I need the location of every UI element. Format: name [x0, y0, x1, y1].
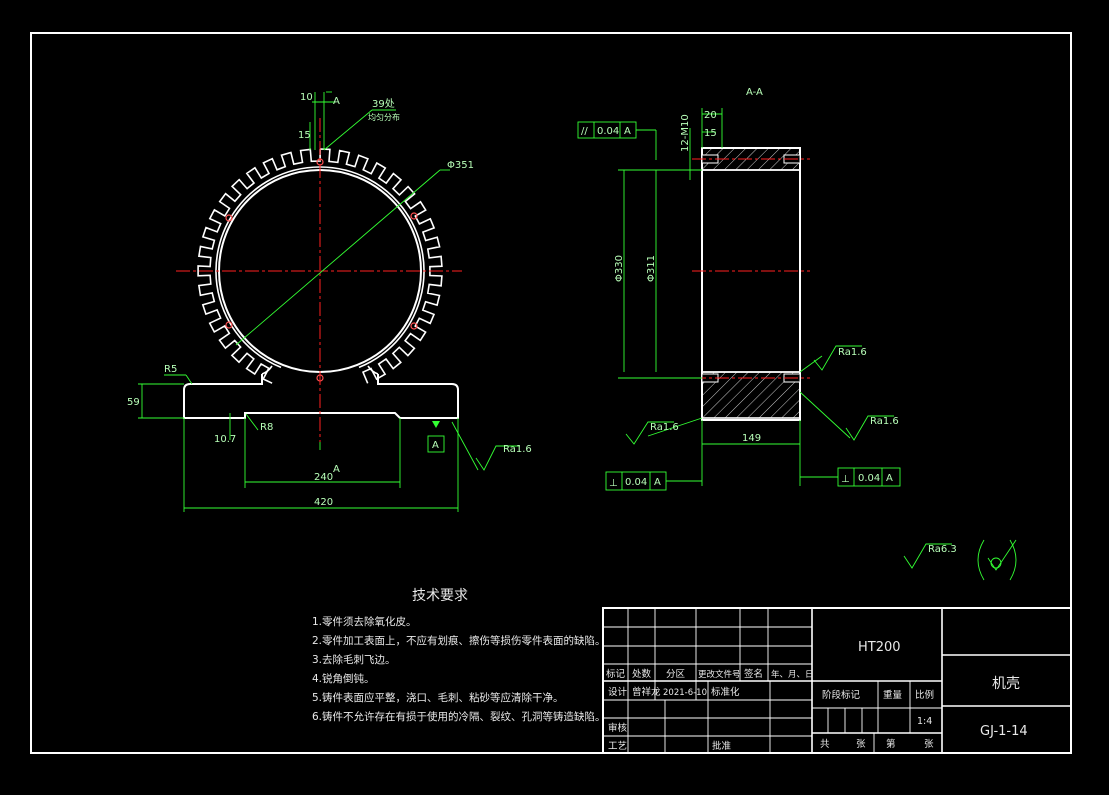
perp-datum-left-label: A — [654, 477, 661, 488]
diameter-label: Φ351 — [447, 160, 474, 171]
recess-width-label: 240 — [314, 472, 333, 483]
bracket-check — [987, 539, 1017, 571]
fillet-top-label: R5 — [164, 364, 177, 375]
front-view: 10 A 15 39处 均匀分布 Φ351 R5 59 10.7 R8 A 24… — [127, 91, 532, 512]
bracket-left — [977, 539, 985, 581]
title-block-text: 标记 处数 分区 更改文件号 签名 年、月、日 设计 曾祥龙 2021-6-10… — [606, 640, 1028, 752]
dia-inner-label: Φ311 — [646, 255, 657, 282]
tb-date: 2021-6-10 — [663, 688, 707, 698]
datum-label: A — [432, 440, 439, 451]
technical-requirements: 技术要求 1.零件须去除氧化皮。 2.零件加工表面上，不应有划痕、擦伤等损伤零件… — [312, 588, 606, 723]
perp-datum-right-label: A — [886, 473, 893, 484]
general-roughness-label: Ra6.3 — [928, 544, 957, 555]
width15-label: 15 — [704, 128, 717, 139]
tech-req-item-6: 6.铸件不允许存在有损于使用的冷隔、裂纹、孔洞等铸造缺陷。 — [312, 710, 606, 723]
bracket-right — [1009, 539, 1017, 581]
threaded-holes — [701, 154, 801, 383]
parallel-datum-label: A — [624, 126, 631, 137]
length-label: 149 — [742, 433, 761, 444]
tb-label-date: 年、月、日 — [771, 669, 814, 680]
slot-count-label: 39处 — [372, 98, 395, 110]
tb-sheet-no: 第 — [886, 738, 896, 750]
fillet-bottom-label: R8 — [260, 422, 273, 433]
tb-sheets-total: 共 — [820, 739, 830, 750]
tech-req-item-2: 2.零件加工表面上，不应有划痕、擦伤等损伤零件表面的缺陷。 — [312, 634, 606, 647]
tb-label-sign: 签名 — [744, 668, 763, 680]
tb-label-zone: 分区 — [666, 669, 686, 680]
tb-scale-label: 比例 — [915, 689, 934, 701]
tb-approve-label: 批准 — [712, 740, 732, 752]
parallel-tol-symbol: // — [581, 126, 588, 137]
tb-review-label: 审核 — [608, 722, 628, 734]
tb-label-change: 更改文件号 — [698, 669, 741, 680]
base-height-label: 59 — [127, 397, 140, 408]
parallel-tol-label: 0.04 — [597, 126, 619, 137]
bracket-circle — [990, 557, 1002, 569]
section-mark-label: A — [333, 464, 340, 475]
base-recess-label: 10.7 — [214, 434, 236, 445]
tb-sheets-unit2: 张 — [924, 739, 934, 750]
fillet-leader-2 — [185, 374, 193, 385]
roughness-bottom-label: Ra1.6 — [870, 416, 899, 427]
tech-req-item-1: 1.零件须去除氧化皮。 — [312, 615, 417, 628]
tb-label-mark: 标记 — [606, 668, 626, 680]
tech-req-item-3: 3.去除毛刺飞边。 — [312, 653, 396, 666]
section-view: A-A // 0.04 A 20 15 12-M10 Φ330 Φ311 Ra1… — [577, 87, 1017, 581]
section-mark-top-label: A — [333, 96, 340, 107]
tb-stage-label: 阶段标记 — [822, 689, 861, 701]
roughness-left-label: Ra1.6 — [650, 422, 679, 433]
tech-req-title: 技术要求 — [412, 588, 468, 604]
tb-weight-label: 重量 — [883, 689, 903, 701]
tech-req-item-5: 5.铸件表面应平整，浇口、毛刺、粘砂等应清除干净。 — [312, 691, 564, 704]
perp-tol-right-label: 0.04 — [858, 473, 880, 484]
thread-label: 12-M10 — [680, 114, 691, 152]
perp-tol-left-label: 0.04 — [625, 477, 647, 488]
roughness-right-label: Ra1.6 — [838, 347, 867, 358]
section-title: A-A — [746, 87, 763, 98]
tb-sheets-unit1: 张 — [856, 739, 866, 750]
tb-part-name: 机壳 — [992, 675, 1020, 692]
width20-label: 20 — [704, 110, 717, 121]
engineering-drawing: 10 A 15 39处 均匀分布 Φ351 R5 59 10.7 R8 A 24… — [30, 32, 1072, 754]
section-dimensions — [577, 108, 1017, 581]
tb-label-count: 处数 — [632, 668, 652, 680]
slot-width-label: 10 — [300, 92, 313, 103]
tb-standardize: 标准化 — [711, 686, 740, 698]
ra-right-leader — [799, 355, 823, 373]
section-centerlines — [692, 158, 810, 379]
fillet-r8-leader — [245, 413, 259, 431]
roughness-leader — [451, 421, 479, 471]
tb-scale: 1:4 — [917, 716, 932, 727]
tb-drawing-no: GJ-1-14 — [980, 724, 1028, 739]
slot-note-label: 均匀分布 — [368, 112, 400, 122]
slot-count-leader — [323, 109, 373, 151]
roughness-label: Ra1.6 — [503, 444, 532, 455]
tb-process-label: 工艺 — [608, 741, 627, 752]
datum-triangle — [432, 421, 440, 428]
tb-designer-label: 设计 — [608, 686, 628, 698]
perp-symbol-left: ⊥ — [609, 478, 618, 489]
tech-req-item-4: 4.锐角倒钝。 — [312, 672, 375, 685]
base-width-label: 420 — [314, 497, 333, 508]
dia-outer-label: Φ330 — [614, 255, 625, 282]
ra-bottom-leader — [799, 391, 851, 439]
tb-designer: 曾祥龙 — [632, 686, 661, 698]
perp-symbol-right: ⊥ — [841, 474, 850, 485]
tb-material: HT200 — [858, 640, 901, 655]
slot-depth-label: 15 — [298, 130, 311, 141]
